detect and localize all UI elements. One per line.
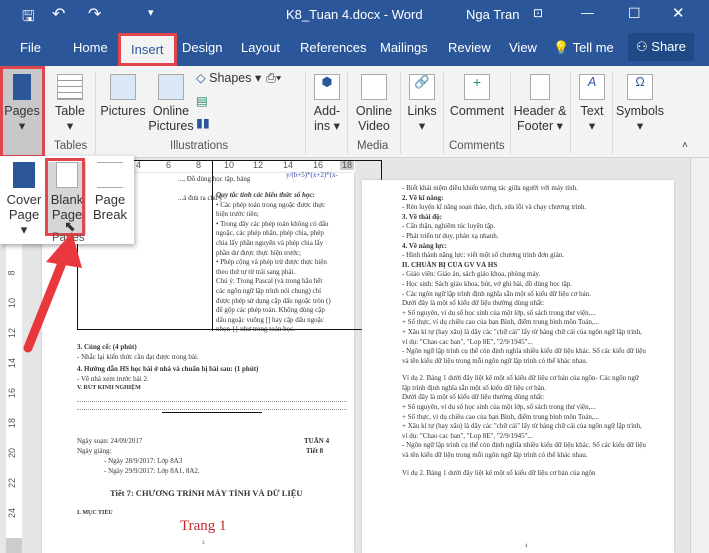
red-arrow-annotation (23, 232, 82, 353)
arrow-shaft (23, 253, 69, 353)
arrow-head (46, 232, 82, 268)
